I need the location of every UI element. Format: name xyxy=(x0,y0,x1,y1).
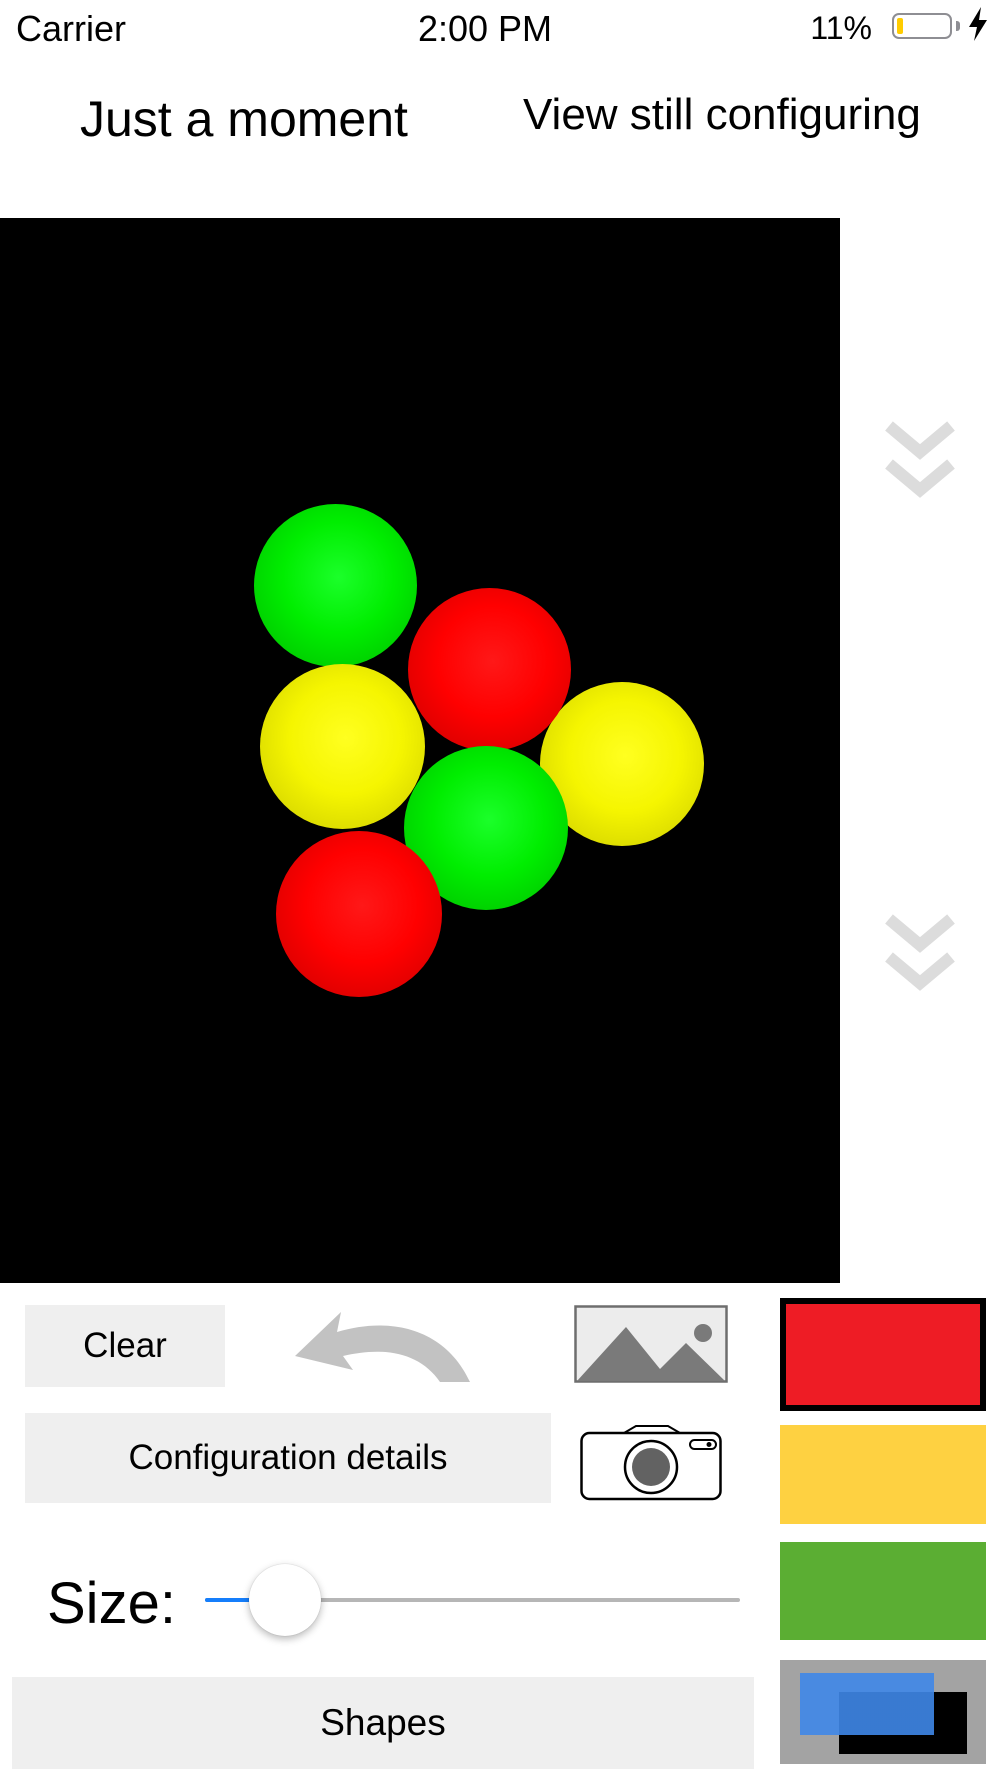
photo-library-icon[interactable] xyxy=(574,1305,728,1383)
sphere-yellow[interactable] xyxy=(260,664,425,829)
view-status-label: View still configuring xyxy=(523,90,921,139)
sphere-red[interactable] xyxy=(276,831,442,997)
sphere-red[interactable] xyxy=(408,588,571,751)
undo-arrow-icon[interactable] xyxy=(295,1308,477,1382)
battery-icon xyxy=(892,13,952,39)
sphere-green[interactable] xyxy=(254,504,417,667)
status-message: Just a moment xyxy=(80,91,408,147)
size-label: Size: xyxy=(47,1571,176,1636)
swatch-front-layer xyxy=(800,1673,934,1735)
clear-button[interactable]: Clear xyxy=(25,1305,225,1387)
color-swatch-red[interactable] xyxy=(780,1298,986,1411)
battery-percent: 11% xyxy=(810,10,872,46)
battery-nub xyxy=(956,21,960,31)
charging-bolt-icon xyxy=(969,7,987,41)
camera-icon[interactable] xyxy=(580,1425,722,1501)
color-swatch-green[interactable] xyxy=(780,1542,986,1640)
double-chevron-down-icon[interactable] xyxy=(885,420,955,512)
color-swatch-yellow[interactable] xyxy=(780,1425,986,1524)
double-chevron-down-icon[interactable] xyxy=(885,913,955,1005)
scene-viewport[interactable] xyxy=(0,218,840,1283)
color-swatch-custom[interactable] xyxy=(780,1660,986,1764)
configuration-details-button[interactable]: Configuration details xyxy=(25,1413,551,1503)
shapes-button[interactable]: Shapes xyxy=(12,1677,754,1769)
size-slider-thumb[interactable] xyxy=(249,1564,322,1636)
